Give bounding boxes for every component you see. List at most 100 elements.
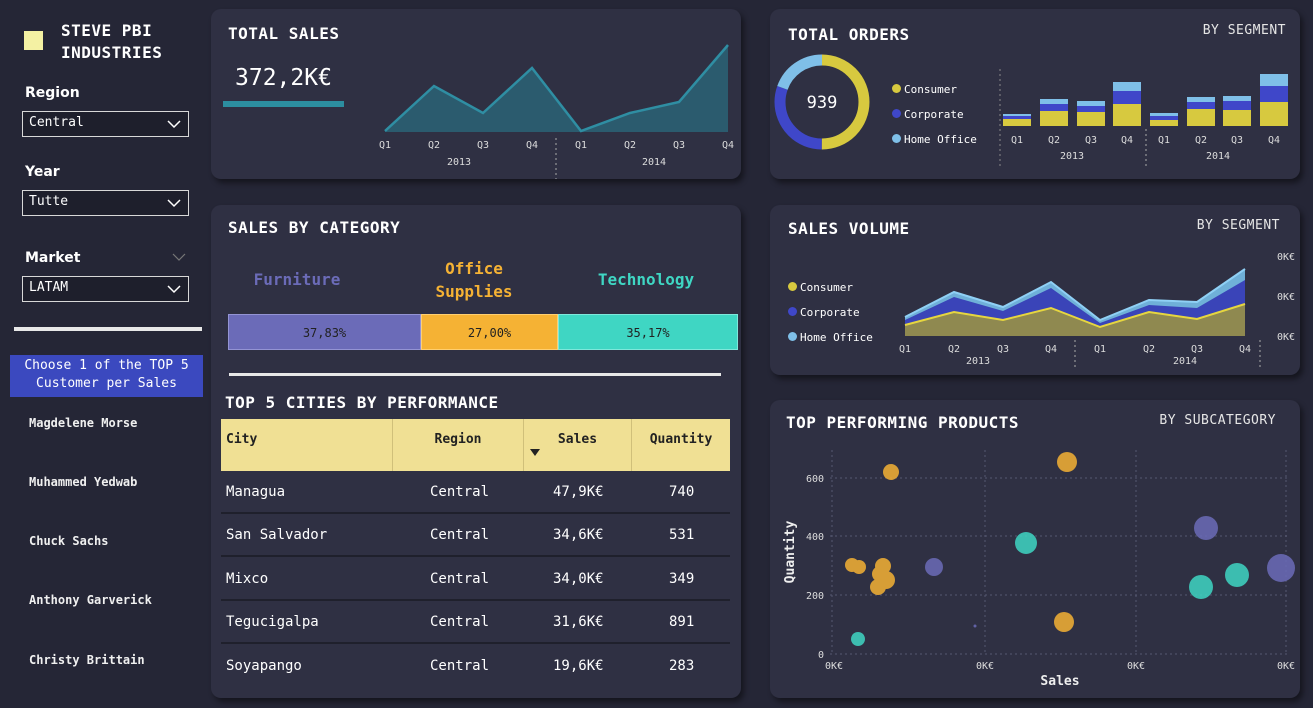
year-label: 2014 xyxy=(1206,151,1230,162)
card-title: SALES BY CATEGORY xyxy=(228,218,401,237)
top5-prompt-line-2: Customer per Sales xyxy=(36,376,177,391)
customer-item[interactable]: Anthony Garverick xyxy=(29,593,152,607)
orders-donut-chart: 939 xyxy=(774,54,870,150)
sales-volume-area-chart: 0K€ 0K€ 0K€ Q1 Q2 Q3 Q4 Q1 Q2 Q3 Q4 2013… xyxy=(899,252,1295,370)
brand-name: STEVE PBI INDUSTRIES xyxy=(61,20,162,64)
card-title: SALES VOLUME xyxy=(788,219,910,238)
market-filter-label: Market xyxy=(25,250,81,266)
year-label: 2014 xyxy=(642,157,666,168)
customer-item[interactable]: Muhammed Yedwab xyxy=(29,475,137,489)
y-tick: 0K€ xyxy=(1277,332,1295,343)
category-bar-technology[interactable]: 35,17% xyxy=(558,314,738,350)
card-subtitle: BY SEGMENT xyxy=(1202,23,1286,38)
brand-logo xyxy=(24,31,43,50)
x-tick: Q3 xyxy=(997,344,1009,355)
column-header-city[interactable]: City xyxy=(221,419,393,471)
y-tick: 600 xyxy=(806,474,824,485)
x-tick: Q3 xyxy=(1191,344,1203,355)
region-filter-label: Region xyxy=(25,85,80,101)
card-title: TOP PERFORMING PRODUCTS xyxy=(786,413,1020,432)
legend-item: Consumer xyxy=(788,275,873,300)
bubble xyxy=(1225,563,1249,587)
table-row[interactable]: Soyapango Central 19,6K€ 283 xyxy=(221,645,730,688)
year-label: 2013 xyxy=(1060,151,1084,162)
bubble xyxy=(925,558,943,576)
total-sales-value: 372,2K€ xyxy=(235,65,332,91)
volume-legend: Consumer Corporate Home Office xyxy=(788,275,873,350)
y-tick: 400 xyxy=(806,532,824,543)
category-label-office-supplies: Office Supplies xyxy=(435,259,513,301)
legend-item: Corporate xyxy=(788,300,873,325)
x-tick: Q4 xyxy=(1239,344,1251,355)
legend-item: Corporate xyxy=(892,102,977,127)
brand-line-2: INDUSTRIES xyxy=(61,43,163,62)
x-tick: Q2 xyxy=(1048,135,1060,146)
column-header-sales[interactable]: Sales xyxy=(524,419,632,471)
year-dropdown-value: Tutte xyxy=(29,194,69,209)
region-dropdown-value: Central xyxy=(29,115,84,130)
bubble xyxy=(1189,575,1213,599)
column-header-region[interactable]: Region xyxy=(393,419,524,471)
x-tick: Q2 xyxy=(1143,344,1155,355)
y-tick: 0K€ xyxy=(1277,252,1295,263)
top5-customer-prompt: Choose 1 of the TOP 5 Customer per Sales xyxy=(10,355,203,397)
card-subtitle: BY SEGMENT xyxy=(1196,218,1280,233)
table-row[interactable]: Mixco Central 34,0K€ 349 xyxy=(221,558,730,601)
region-dropdown[interactable]: Central xyxy=(22,111,189,137)
bubble xyxy=(973,624,977,628)
total-sales-area-chart: Q1 Q2 Q3 Q4 Q1 Q2 Q3 Q4 2013 2014 xyxy=(379,44,734,179)
bubble xyxy=(1054,612,1074,632)
x-tick: 0K€ xyxy=(1127,661,1145,672)
x-tick: Q2 xyxy=(428,140,440,151)
x-tick: Q3 xyxy=(477,140,489,151)
x-tick: Q4 xyxy=(1045,344,1057,355)
bar-group xyxy=(1003,74,1288,126)
category-bar-office-supplies[interactable]: 27,00% xyxy=(421,314,558,350)
category-label-furniture: Furniture xyxy=(253,270,341,289)
table-row[interactable]: San Salvador Central 34,6K€ 531 xyxy=(221,514,730,557)
cities-table-header: City Region Sales Quantity xyxy=(221,419,730,471)
x-tick: 0K€ xyxy=(825,661,843,672)
market-dropdown[interactable]: LATAM xyxy=(22,276,189,302)
table-row[interactable]: Managua Central 47,9K€ 740 xyxy=(221,471,730,514)
year-label: 2014 xyxy=(1173,356,1197,367)
bubble xyxy=(852,560,866,574)
sort-descending-icon xyxy=(530,449,540,456)
collapse-chevron-icon[interactable] xyxy=(172,252,186,262)
top-products-bubble-chart: 600 400 200 0 0K€ 0K€ 0K€ 0K€ Sales Quan… xyxy=(783,450,1295,689)
y-axis-label: Quantity xyxy=(783,521,798,584)
sidebar-divider xyxy=(14,327,202,331)
market-dropdown-value: LATAM xyxy=(29,280,69,295)
kpi-underline xyxy=(223,101,344,107)
brand-line-1: STEVE PBI xyxy=(61,21,153,40)
customer-item[interactable]: Chuck Sachs xyxy=(29,534,108,548)
bubble xyxy=(1057,452,1077,472)
year-dropdown[interactable]: Tutte xyxy=(22,190,189,216)
x-tick: 0K€ xyxy=(976,661,994,672)
x-tick: Q2 xyxy=(948,344,960,355)
section-divider xyxy=(229,373,721,376)
x-tick: 0K€ xyxy=(1277,661,1295,672)
y-tick: 200 xyxy=(806,591,824,602)
x-tick: Q3 xyxy=(673,140,685,151)
column-header-quantity[interactable]: Quantity xyxy=(632,419,730,471)
card-title: TOTAL SALES xyxy=(228,24,340,43)
legend-item: Consumer xyxy=(892,77,977,102)
customer-item[interactable]: Magdelene Morse xyxy=(29,416,137,430)
sales-volume-card: SALES VOLUME BY SEGMENT Consumer Corpora… xyxy=(770,205,1300,375)
bubble xyxy=(883,464,899,480)
year-label: 2013 xyxy=(447,157,471,168)
category-bar-furniture[interactable]: 37,83% xyxy=(228,314,421,350)
top5-prompt-line-1: Choose 1 of the TOP 5 xyxy=(24,358,189,373)
x-tick: Q4 xyxy=(526,140,538,151)
x-tick: Q1 xyxy=(379,140,391,151)
top-products-card: TOP PERFORMING PRODUCTS BY SUBCATEGORY 6… xyxy=(770,400,1300,698)
x-tick: Q4 xyxy=(1121,135,1133,146)
customer-item[interactable]: Christy Brittain xyxy=(29,653,145,667)
x-tick: Q1 xyxy=(575,140,587,151)
x-tick: Q2 xyxy=(1195,135,1207,146)
card-title: TOTAL ORDERS xyxy=(788,25,910,44)
total-sales-card: TOTAL SALES 372,2K€ Q1 Q2 Q3 Q4 Q1 Q2 Q3… xyxy=(211,9,741,179)
bubble xyxy=(870,579,886,595)
table-row[interactable]: Tegucigalpa Central 31,6K€ 891 xyxy=(221,601,730,644)
